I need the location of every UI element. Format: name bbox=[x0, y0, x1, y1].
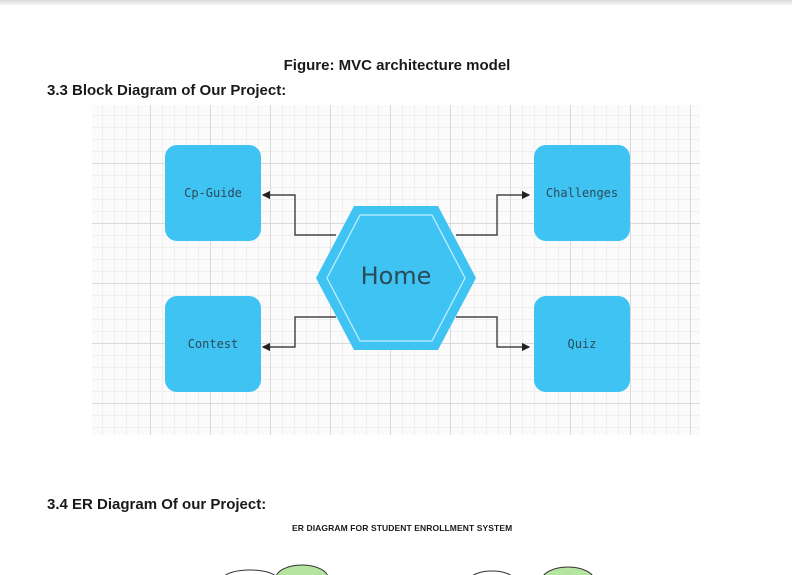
challenges-block: Challenges bbox=[534, 145, 630, 241]
cp-guide-block: Cp-Guide bbox=[165, 145, 261, 241]
section-title-block-diagram: 3.3 Block Diagram of Our Project: bbox=[47, 82, 287, 99]
challenges-label: Challenges bbox=[545, 186, 619, 200]
er-attribute-ellipse bbox=[472, 570, 512, 575]
cp-guide-label: Cp-Guide bbox=[184, 186, 242, 200]
page-top-shadow bbox=[0, 0, 792, 6]
er-attribute-ellipse bbox=[276, 564, 328, 575]
er-attribute-ellipse bbox=[543, 566, 593, 575]
connector-home-to-contest bbox=[261, 316, 336, 352]
er-diagram-caption: ER DIAGRAM FOR STUDENT ENROLLMENT SYSTEM bbox=[292, 523, 513, 533]
quiz-block: Quiz bbox=[534, 296, 630, 392]
quiz-label: Quiz bbox=[567, 337, 597, 351]
connector-home-to-challenges bbox=[456, 190, 531, 236]
contest-label: Contest bbox=[187, 337, 239, 351]
er-diagram-partial-shapes bbox=[225, 564, 593, 575]
er-attribute-ellipse bbox=[225, 569, 275, 575]
contest-block: Contest bbox=[165, 296, 261, 392]
figure-caption: Figure: MVC architecture model bbox=[283, 57, 511, 74]
connector-home-to-cp-guide bbox=[261, 190, 336, 236]
connector-home-to-quiz bbox=[456, 316, 531, 352]
home-label: Home bbox=[360, 262, 432, 290]
block-diagram: Home Cp-Guide Challenges Contest Quiz bbox=[92, 105, 700, 435]
section-title-er-diagram: 3.4 ER Diagram Of our Project: bbox=[47, 496, 267, 513]
